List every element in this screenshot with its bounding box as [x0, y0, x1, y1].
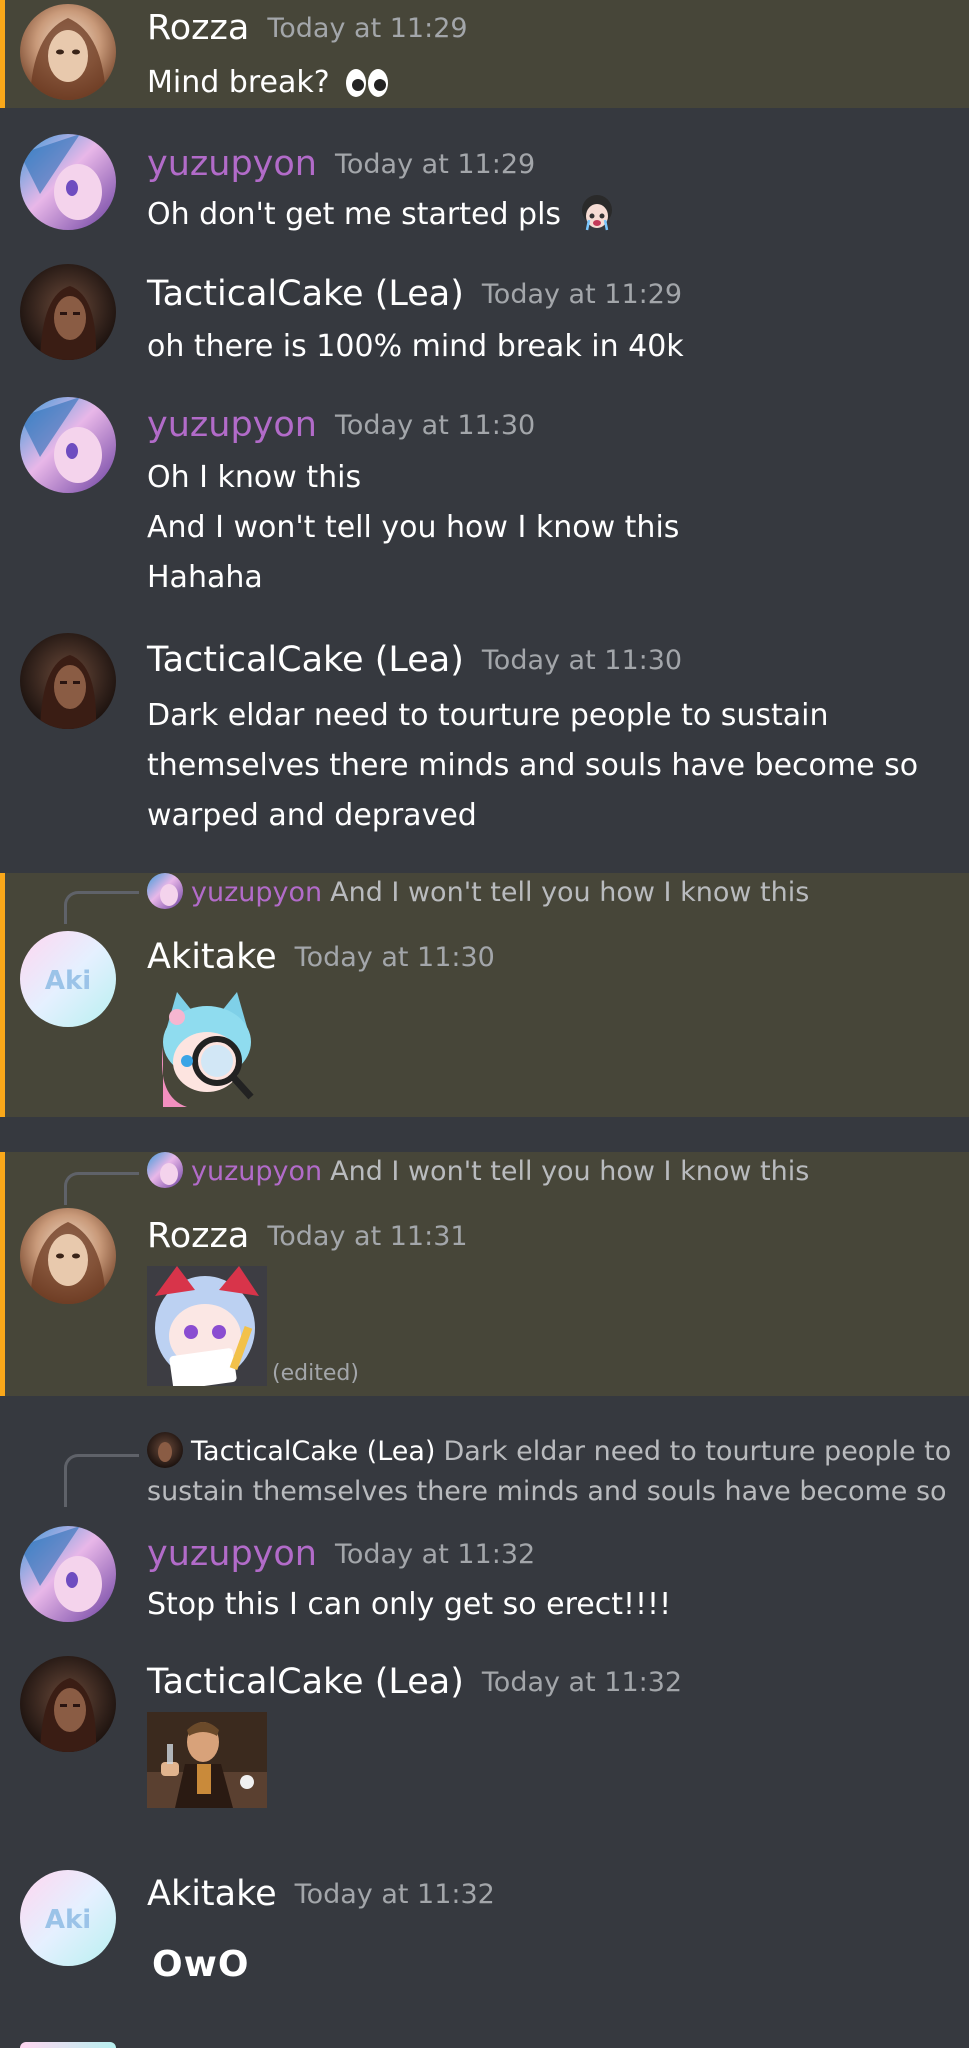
avatar-yuzupyon[interactable]: [20, 1526, 116, 1622]
username[interactable]: yuzupyon: [147, 144, 317, 184]
username[interactable]: TacticalCake (Lea): [147, 274, 464, 314]
reply-text: And I won't tell you how I know this: [330, 1156, 810, 1187]
message-content: oh there is 100% mind break in 40k: [147, 322, 684, 372]
reply-author[interactable]: yuzupyon: [191, 1156, 322, 1187]
message-text: Hahaha: [147, 560, 263, 595]
avatar-rozza[interactable]: [20, 4, 116, 100]
timestamp: Today at 11:32: [481, 1667, 683, 1698]
reply-text-continued: sustain themselves there minds and souls…: [147, 1476, 947, 1507]
message-text: Stop this I can only get so erect!!!!: [147, 1587, 672, 1622]
message-author-line: TacticalCake (Lea) Today at 11:30: [147, 640, 682, 681]
crying-anime-girl-emoji[interactable]: [577, 192, 617, 248]
reply-text: And I won't tell you how I know this: [330, 877, 810, 908]
reply-reference[interactable]: yuzupyon And I won't tell you how I know …: [147, 1152, 809, 1192]
reply-avatar-yuzupyon: [147, 1152, 183, 1188]
message-author-line: yuzupyon Today at 11:29: [147, 144, 535, 185]
message-text: Dark eldar need to tourture people to su…: [147, 698, 829, 733]
timestamp: Today at 11:32: [294, 1879, 495, 1910]
message-author-line: yuzupyon Today at 11:32: [147, 1534, 535, 1575]
message-content: Oh don't get me started pls: [147, 190, 617, 248]
message-content: Oh I know this And I won't tell you how …: [147, 453, 679, 603]
message-content: Dark eldar need to tourture people to su…: [147, 691, 918, 841]
message-item: TacticalCake (Lea) Today at 11:32: [0, 1640, 969, 1840]
anime-cat-girl-magnifying-glass-sticker[interactable]: [147, 987, 267, 1107]
message-author-line: Akitake Today at 11:30: [147, 937, 495, 978]
reply-spine: [64, 1454, 139, 1507]
mention-highlight-bar: [0, 1152, 5, 1396]
message-text: Oh I know this: [147, 460, 362, 495]
reply-spine: [64, 891, 139, 924]
username[interactable]: Akitake: [147, 1874, 277, 1914]
timestamp: Today at 11:29: [334, 149, 536, 180]
reply-author[interactable]: yuzupyon: [191, 877, 322, 908]
timestamp: Today at 11:29: [481, 279, 683, 310]
leonardo-laughing-meme-image[interactable]: [147, 1712, 267, 1808]
message-text: Oh don't get me started pls: [147, 197, 562, 232]
avatar-rozza[interactable]: [20, 1208, 116, 1304]
username[interactable]: yuzupyon: [147, 405, 317, 445]
message-item: TacticalCake (Lea) Today at 11:29 oh ther…: [0, 250, 969, 378]
reply-reference[interactable]: yuzupyon And I won't tell you how I know …: [147, 873, 809, 913]
timestamp: Today at 11:30: [334, 410, 536, 441]
message-author-line: TacticalCake (Lea) Today at 11:29: [147, 274, 682, 315]
message-item: Aki Akitake Today at 11:32 OwO: [0, 1850, 969, 2048]
avatar-akitake[interactable]: Aki: [20, 1870, 116, 1966]
message-text: Mind break?: [147, 65, 330, 100]
message-text: oh there is 100% mind break in 40k: [147, 329, 684, 364]
avatar-text: Aki: [45, 966, 91, 996]
avatar-text: Aki: [45, 1905, 91, 1935]
eyes-emoji[interactable]: [345, 64, 389, 114]
message-item: yuzupyon And I won't tell you how I know …: [0, 1152, 969, 1396]
username[interactable]: Akitake: [147, 937, 277, 977]
timestamp: Today at 11:29: [267, 13, 468, 44]
message-content: Mind break?: [147, 58, 389, 114]
avatar-tacticalcake[interactable]: [20, 1656, 116, 1752]
timestamp: Today at 11:31: [267, 1221, 468, 1252]
reply-avatar-tacticalcake: [147, 1432, 183, 1468]
timestamp: Today at 11:30: [294, 942, 495, 973]
message-author-line: Rozza Today at 11:31: [147, 1216, 468, 1257]
username[interactable]: TacticalCake (Lea): [147, 1662, 464, 1702]
reply-reference[interactable]: TacticalCake (Lea) Dark eldar need to tou…: [147, 1432, 951, 1472]
avatar-yuzupyon[interactable]: [20, 134, 116, 230]
avatar-yuzupyon[interactable]: [20, 397, 116, 493]
reply-avatar-yuzupyon: [147, 873, 183, 909]
reply-text: Dark eldar need to tourture people to: [443, 1436, 952, 1467]
username[interactable]: Rozza: [147, 1216, 249, 1256]
message-item: yuzupyon Today at 11:29 Oh don't get me s…: [0, 120, 969, 250]
edited-marker: (edited): [272, 1361, 359, 1386]
message-item: TacticalCake (Lea) Dark eldar need to tou…: [0, 1432, 969, 1622]
mention-highlight-bar: [0, 0, 5, 108]
timestamp: Today at 11:32: [334, 1539, 536, 1570]
message-content: Stop this I can only get so erect!!!!: [147, 1580, 671, 1630]
username[interactable]: Rozza: [147, 8, 249, 48]
message-item: Rozza Today at 11:29 Mind break?: [0, 0, 969, 108]
message-item: yuzupyon Today at 11:30 Oh I know this An…: [0, 383, 969, 623]
avatar-akitake[interactable]: Aki: [20, 931, 116, 1027]
username[interactable]: TacticalCake (Lea): [147, 640, 464, 680]
avatar-tacticalcake[interactable]: [20, 264, 116, 360]
message-author-line: yuzupyon Today at 11:30: [147, 405, 535, 446]
message-text: warped and depraved: [147, 798, 477, 833]
message-item: yuzupyon And I won't tell you how I know …: [0, 873, 969, 1117]
message-text: themselves there minds and souls have be…: [147, 748, 919, 783]
message-item: TacticalCake (Lea) Today at 11:30 Dark el…: [0, 623, 969, 863]
next-avatar-partial: [20, 2042, 116, 2048]
mention-highlight-bar: [0, 873, 5, 1117]
message-author-line: TacticalCake (Lea) Today at 11:32: [147, 1662, 682, 1703]
timestamp: Today at 11:30: [481, 645, 683, 676]
message-text: And I won't tell you how I know this: [147, 510, 680, 545]
anime-girl-writing-note-sticker[interactable]: [147, 1266, 267, 1386]
message-author-line: Akitake Today at 11:32: [147, 1874, 495, 1915]
message-author-line: Rozza Today at 11:29: [147, 8, 468, 49]
username[interactable]: yuzupyon: [147, 1534, 317, 1574]
reply-spine: [64, 1172, 139, 1205]
reply-author[interactable]: TacticalCake (Lea): [191, 1436, 435, 1467]
avatar-tacticalcake[interactable]: [20, 633, 116, 729]
owo-text: OwO: [152, 1944, 250, 1985]
